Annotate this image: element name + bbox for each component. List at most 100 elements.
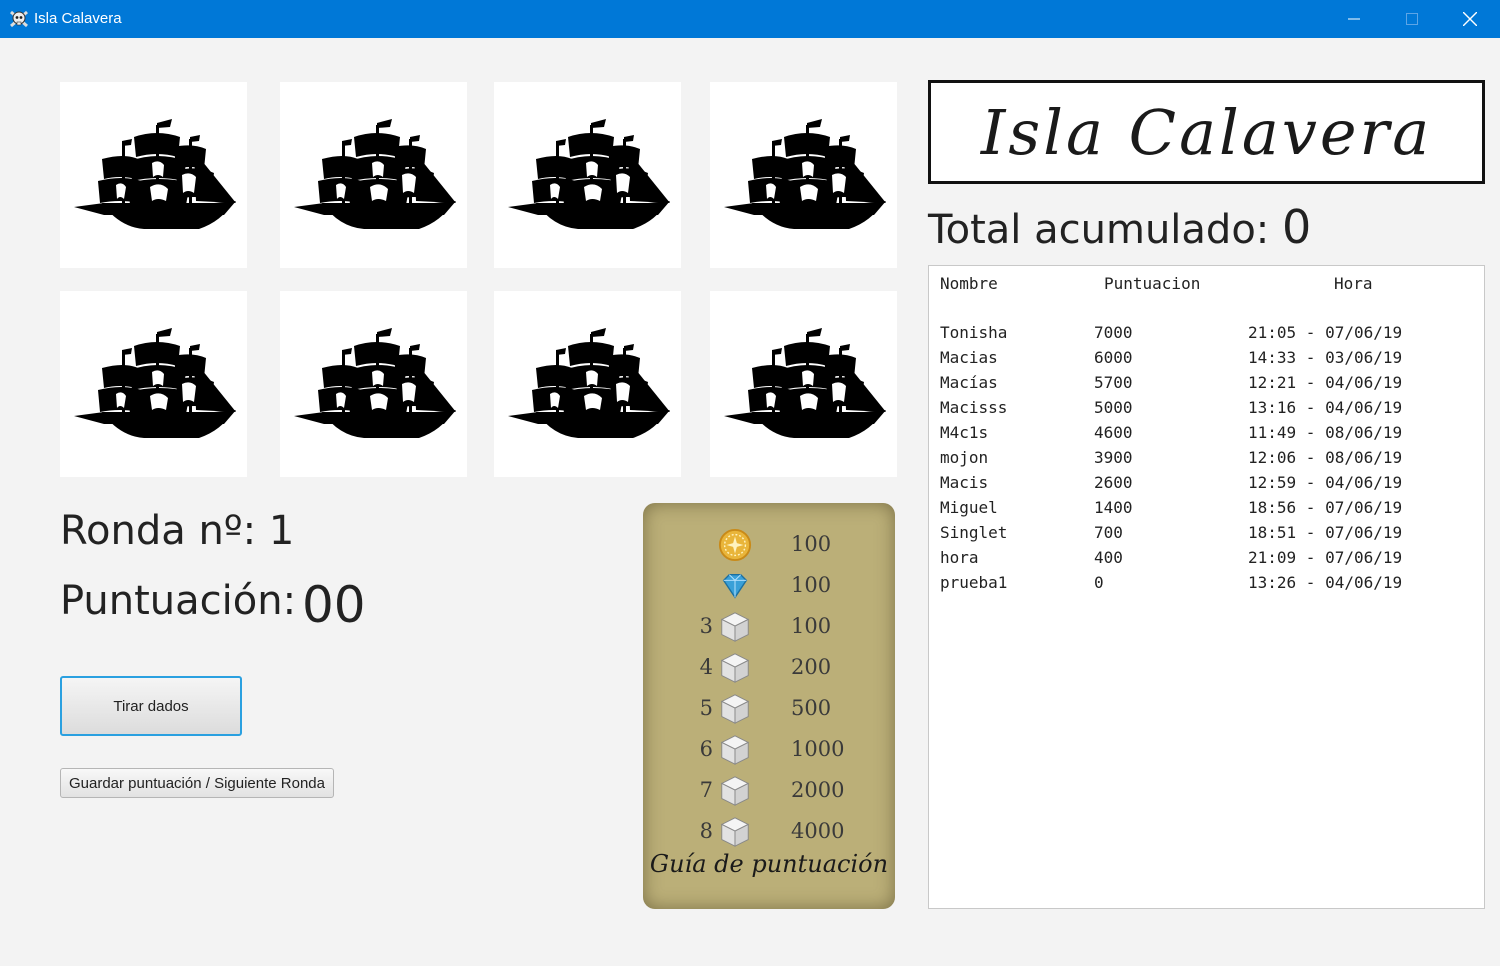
ship-icon [293,119,456,229]
title-bar: Isla Calavera [0,0,1500,38]
column-header-nombre: Nombre [940,274,998,293]
die-icon [721,694,749,724]
score-name: Macias [940,348,998,367]
save-score-next-round-button[interactable]: Guardar puntuación / Siguiente Ronda [60,768,334,798]
table-row[interactable]: Macías 5700 12:21 - 04/06/19 [929,373,1484,398]
guide-count: 4 [699,655,713,679]
maximize-icon [1406,13,1418,25]
guide-points: 100 [791,614,832,638]
round-label: Ronda nº: 1 [60,508,295,554]
score-points: 5700 [1094,373,1133,392]
ship-icon [507,328,670,438]
table-row[interactable]: M4c1s 4600 11:49 - 08/06/19 [929,423,1484,448]
scoring-guide-card: 100 100 3 100 4 200 5 500 6 1000 7 2000 8 4000 Guía d… [643,503,895,909]
score-points: 6000 [1094,348,1133,367]
column-header-puntuacion: Puntuacion [1104,274,1201,293]
ship-icon [507,119,670,229]
guide-count: 7 [699,778,713,802]
score-time: 21:05 - 07/06/19 [1248,323,1403,342]
score-time: 18:51 - 07/06/19 [1248,523,1403,542]
die-4[interactable] [710,82,897,268]
die-icon [721,776,749,806]
table-row[interactable]: hora 400 21:09 - 07/06/19 [929,548,1484,573]
guide-points: 100 [791,573,832,597]
score-points: 0 [1094,573,1104,592]
window-title: Isla Calavera [34,10,122,27]
score-label: Puntuación: [60,578,297,624]
table-row[interactable]: mojon 3900 12:06 - 08/06/19 [929,448,1484,473]
score-time: 21:09 - 07/06/19 [1248,548,1403,567]
score-points: 1400 [1094,498,1133,517]
guide-count: 3 [699,614,713,638]
die-7[interactable] [494,291,681,477]
table-row[interactable]: Tonisha 7000 21:05 - 07/06/19 [929,323,1484,348]
score-points: 5000 [1094,398,1133,417]
minimize-button[interactable] [1325,0,1383,38]
total-accumulated: Total acumulado: 0 [928,200,1311,254]
ship-icon [73,119,236,229]
guide-row: 5 500 [643,690,895,726]
score-time: 12:59 - 04/06/19 [1248,473,1403,492]
die-3[interactable] [494,82,681,268]
table-row[interactable]: Macisss 5000 13:16 - 04/06/19 [929,398,1484,423]
score-points: 4600 [1094,423,1133,442]
score-name: Macis [940,473,989,492]
table-row[interactable]: Macias 6000 14:33 - 03/06/19 [929,348,1484,373]
score-name: prueba1 [940,573,1008,592]
gold-coin-icon [718,528,752,562]
score-time: 13:26 - 04/06/19 [1248,573,1403,592]
guide-row: 100 [643,567,895,603]
guide-points: 100 [791,532,832,556]
score-name: Singlet [940,523,1008,542]
score-name: M4c1s [940,423,989,442]
guide-points: 1000 [791,737,845,761]
guide-count: 6 [699,737,713,761]
score-points: 7000 [1094,323,1133,342]
score-value: 00 [302,576,366,634]
score-time: 11:49 - 08/06/19 [1248,423,1403,442]
guide-points: 2000 [791,778,845,802]
score-time: 12:06 - 08/06/19 [1248,448,1403,467]
minimize-icon [1348,18,1360,20]
guide-points: 4000 [791,819,845,843]
guide-title: Guía de puntuación [649,850,889,878]
guide-points: 200 [791,655,832,679]
roll-dice-button[interactable]: Tirar dados [60,676,242,736]
ship-icon [723,328,886,438]
score-name: Macisss [940,398,1008,417]
ship-icon [293,328,456,438]
die-5[interactable] [60,291,247,477]
score-name: Macías [940,373,998,392]
die-icon [721,817,749,847]
guide-count: 5 [699,696,713,720]
score-points: 3900 [1094,448,1133,467]
table-row[interactable]: Singlet 700 18:51 - 07/06/19 [929,523,1484,548]
guide-points: 500 [791,696,832,720]
ship-icon [73,328,236,438]
die-icon [721,735,749,765]
score-name: mojon [940,448,989,467]
diamond-icon [722,573,748,599]
die-icon [721,653,749,683]
die-2[interactable] [280,82,467,268]
score-points: 2600 [1094,473,1133,492]
close-button[interactable] [1441,0,1499,38]
guide-row: 8 4000 [643,813,895,849]
die-1[interactable] [60,82,247,268]
die-6[interactable] [280,291,467,477]
table-row[interactable]: Miguel 1400 18:56 - 07/06/19 [929,498,1484,523]
score-points: 700 [1094,523,1123,542]
score-time: 12:21 - 04/06/19 [1248,373,1403,392]
score-name: hora [940,548,979,567]
score-name: Miguel [940,498,998,517]
close-icon [1463,12,1477,26]
high-scores-list[interactable]: Nombre Puntuacion Hora Tonisha 7000 21:05 … [928,265,1485,909]
die-icon [721,612,749,642]
die-8[interactable] [710,291,897,477]
guide-row: 3 100 [643,608,895,644]
table-row[interactable]: prueba1 0 13:26 - 04/06/19 [929,573,1484,598]
table-row[interactable]: Macis 2600 12:59 - 04/06/19 [929,473,1484,498]
maximize-button[interactable] [1383,0,1441,38]
score-time: 14:33 - 03/06/19 [1248,348,1403,367]
guide-row: 100 [643,526,895,562]
